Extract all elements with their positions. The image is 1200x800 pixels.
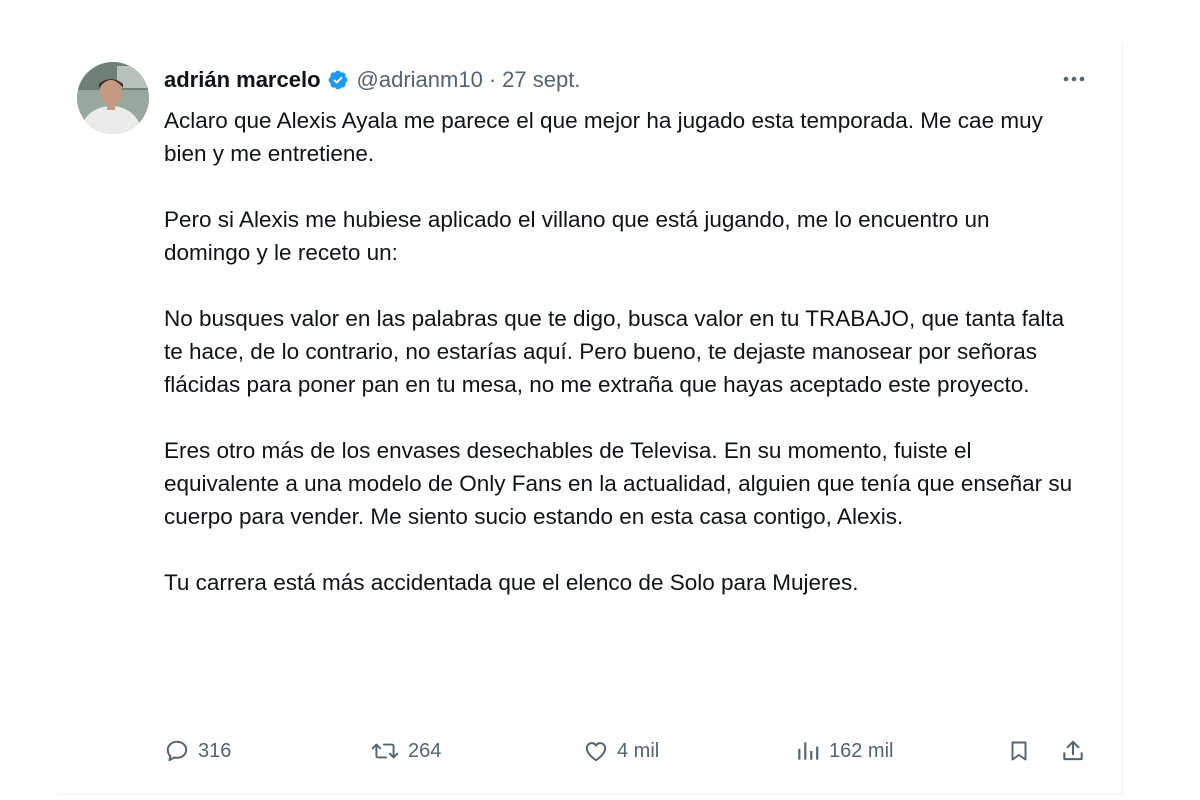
verified-badge-icon — [327, 69, 349, 91]
avatar[interactable] — [77, 62, 149, 134]
tweet-paragraph: Aclaro que Alexis Ayala me parece el que… — [164, 108, 1043, 166]
reply-icon — [166, 740, 188, 762]
views-count: 162 mil — [829, 739, 894, 762]
tweet-text: Aclaro que Alexis Ayala me parece el que… — [164, 104, 1074, 599]
retweet-count: 264 — [408, 739, 442, 762]
views-button[interactable]: 162 mil — [795, 734, 893, 768]
heart-icon — [585, 742, 607, 762]
bookmark-button[interactable] — [1004, 734, 1034, 768]
tweet-paragraph: Pero si Alexis me hubiese aplicado el vi… — [164, 207, 990, 265]
reply-count: 316 — [198, 739, 232, 762]
share-button[interactable] — [1058, 734, 1088, 768]
author-handle[interactable]: @adrianm10 — [357, 67, 483, 93]
retweet-icon — [371, 743, 399, 759]
share-icon — [1063, 740, 1083, 761]
tweet-header: adrián marcelo @adrianm10 · 27 sept. — [164, 62, 580, 98]
like-count: 4 mil — [617, 739, 660, 762]
header-separator: · — [488, 67, 497, 92]
tweet-paragraph: No busques valor en las palabras que te … — [164, 306, 1065, 397]
reply-button[interactable]: 316 — [164, 734, 231, 768]
views-bar-chart-icon — [798, 742, 819, 760]
author-name[interactable]: adrián marcelo — [164, 67, 321, 93]
tweet-paragraph: Eres otro más de los envases desechables… — [164, 438, 1073, 529]
bookmark-icon — [1011, 741, 1027, 761]
more-dots-icon[interactable] — [1056, 64, 1092, 94]
tweet-paragraph: Tu carrera está más accidentada que el e… — [164, 570, 859, 595]
like-button[interactable]: 4 mil — [583, 734, 659, 768]
tweet-date[interactable]: 27 sept. — [502, 67, 580, 93]
avatar-photo — [77, 62, 149, 134]
retweet-button[interactable]: 264 — [370, 734, 441, 768]
